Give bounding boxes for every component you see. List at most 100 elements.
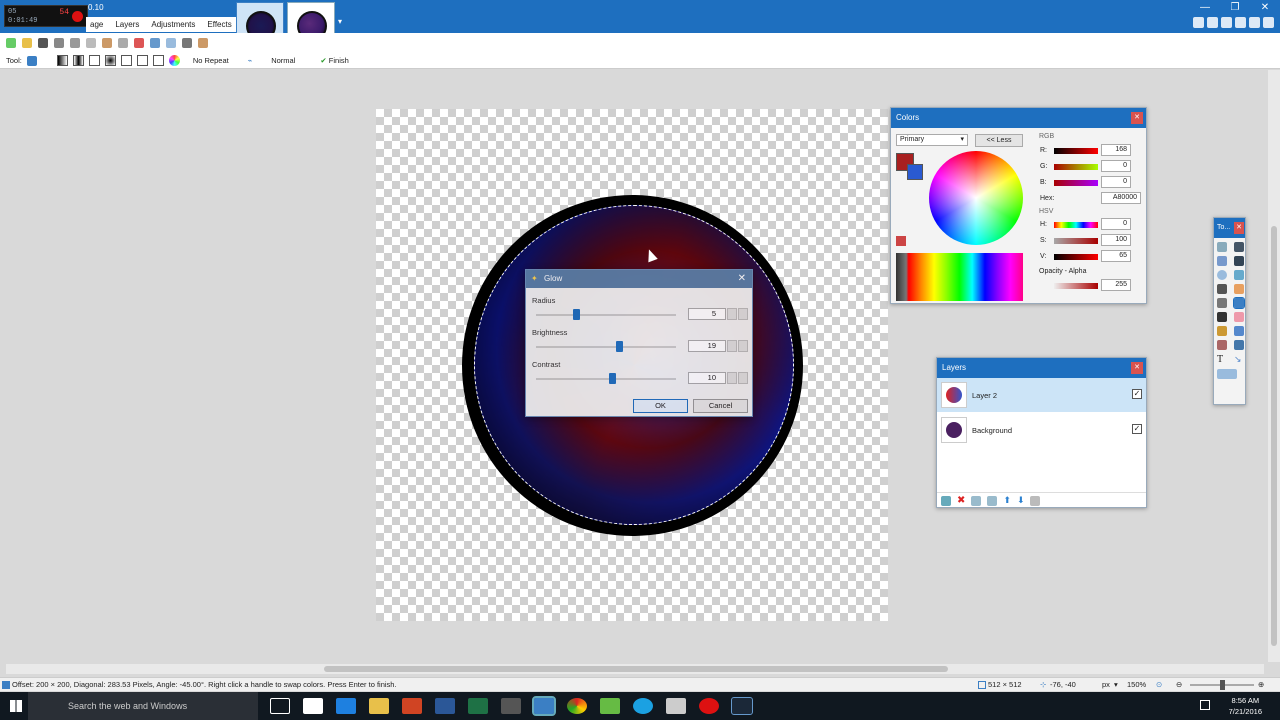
- reflected-gradient-icon[interactable]: [72, 55, 84, 66]
- repeat-mode-dropdown[interactable]: No Repeat: [193, 56, 229, 65]
- secondary-color-swatch[interactable]: [907, 164, 923, 180]
- alpha-input[interactable]: 255: [1101, 279, 1131, 291]
- brightness-reset-icon[interactable]: [738, 340, 748, 352]
- tools-toggle-icon[interactable]: [1193, 17, 1204, 28]
- color-wheel[interactable]: [929, 151, 1023, 245]
- palette-menu-icon[interactable]: [896, 236, 906, 246]
- paint-bucket-icon[interactable]: [1217, 298, 1227, 308]
- delete-layer-icon[interactable]: ✖: [957, 495, 965, 506]
- new-icon[interactable]: [6, 38, 16, 48]
- s-slider[interactable]: [1054, 238, 1098, 244]
- record-icon[interactable]: [72, 11, 83, 22]
- eraser-icon[interactable]: [1234, 312, 1244, 322]
- rect-select-icon[interactable]: [1217, 242, 1227, 252]
- radius-input[interactable]: 5: [688, 308, 726, 320]
- paste-icon[interactable]: [102, 38, 112, 48]
- menu-effects[interactable]: Effects: [207, 20, 231, 29]
- cancel-button[interactable]: Cancel: [693, 399, 748, 413]
- v-slider[interactable]: [1054, 254, 1098, 260]
- move-layer-up-icon[interactable]: ⬆: [1003, 495, 1011, 506]
- b-slider[interactable]: [1054, 180, 1098, 186]
- taskbar-search[interactable]: Search the web and Windows: [28, 692, 258, 720]
- ellipse-select-icon[interactable]: [1217, 270, 1227, 280]
- finish-button[interactable]: ✔ Finish: [320, 56, 348, 65]
- powerpoint-icon[interactable]: [402, 698, 422, 714]
- windows-start-icon[interactable]: [10, 700, 22, 712]
- minimize-button[interactable]: —: [1190, 0, 1220, 17]
- v-input[interactable]: 65: [1101, 250, 1131, 262]
- close-button[interactable]: ✕: [1250, 0, 1280, 17]
- skype-icon[interactable]: [633, 698, 653, 714]
- brightness-slider-handle[interactable]: [615, 341, 623, 352]
- layer-visibility-checkbox[interactable]: ✓: [1132, 389, 1142, 399]
- gradient-tool-icon[interactable]: [26, 55, 37, 66]
- diamond-gradient-icon[interactable]: [88, 55, 100, 66]
- layer-visibility-checkbox[interactable]: ✓: [1132, 424, 1142, 434]
- pan-icon[interactable]: [1234, 284, 1244, 294]
- radial-gradient-icon[interactable]: [104, 55, 116, 66]
- vertical-scrollbar[interactable]: [1268, 70, 1280, 662]
- brightness-input[interactable]: 19: [688, 340, 726, 352]
- move-selected-icon[interactable]: [1234, 256, 1244, 266]
- contrast-slider[interactable]: [536, 373, 676, 384]
- pencil-icon[interactable]: [1217, 326, 1227, 336]
- layers-close-icon[interactable]: ✕: [1131, 362, 1143, 374]
- spiral-gradient-icon[interactable]: [136, 55, 148, 66]
- dialog-close-icon[interactable]: ✕: [738, 270, 746, 288]
- vertical-scroll-thumb[interactable]: [1271, 226, 1277, 646]
- zoom-fit-icon[interactable]: ⊙: [1156, 678, 1162, 691]
- undo-icon[interactable]: [150, 38, 160, 48]
- contrast-slider-handle[interactable]: [609, 373, 617, 384]
- zoom-slider-handle[interactable]: [1220, 680, 1225, 690]
- crop-icon[interactable]: [118, 38, 128, 48]
- deselect-icon[interactable]: [134, 38, 144, 48]
- add-layer-icon[interactable]: [941, 495, 951, 506]
- layer-row[interactable]: Background ✓: [937, 413, 1146, 447]
- s-input[interactable]: 100: [1101, 234, 1131, 246]
- move-selection-icon[interactable]: [1234, 242, 1244, 252]
- tools-close-icon[interactable]: ✕: [1234, 222, 1244, 234]
- h-slider[interactable]: [1054, 222, 1098, 228]
- g-input[interactable]: 0: [1101, 160, 1131, 172]
- shield-icon[interactable]: [666, 698, 686, 714]
- chrome-icon[interactable]: [567, 698, 587, 714]
- zoom-slider[interactable]: [1190, 680, 1254, 690]
- print-icon[interactable]: [54, 38, 64, 48]
- move-layer-down-icon[interactable]: ⬇: [1017, 495, 1025, 506]
- g-slider[interactable]: [1054, 164, 1098, 170]
- minecraft-icon[interactable]: [600, 698, 620, 714]
- color-picker-icon[interactable]: [1234, 326, 1244, 336]
- save-icon[interactable]: [38, 38, 48, 48]
- ok-button[interactable]: OK: [633, 399, 688, 413]
- gradient-icon[interactable]: [1233, 297, 1245, 309]
- contrast-spinner[interactable]: [727, 372, 737, 384]
- r-slider[interactable]: [1054, 148, 1098, 154]
- edge-icon[interactable]: [336, 698, 356, 714]
- alpha-slider[interactable]: [1054, 283, 1098, 289]
- help-icon[interactable]: [1263, 17, 1274, 28]
- app-icon[interactable]: [501, 698, 521, 714]
- menu-image[interactable]: age: [90, 20, 103, 29]
- clone-stamp-icon[interactable]: [1217, 340, 1227, 350]
- task-view-icon[interactable]: [270, 698, 290, 714]
- shapes-icon[interactable]: [1217, 369, 1237, 379]
- horizontal-scrollbar[interactable]: [6, 664, 1264, 674]
- excel-icon[interactable]: [468, 698, 488, 714]
- units-dropdown[interactable]: px: [1102, 678, 1110, 691]
- horizontal-scroll-thumb[interactable]: [324, 666, 948, 672]
- copy-icon[interactable]: [86, 38, 96, 48]
- primary-select[interactable]: Primary ▾: [896, 134, 968, 146]
- paintbrush-icon[interactable]: [1217, 312, 1227, 322]
- tabs-dropdown-icon[interactable]: ▾: [338, 17, 342, 26]
- brightness-slider[interactable]: [536, 341, 676, 352]
- spiral-ccw-gradient-icon[interactable]: [152, 55, 164, 66]
- r-input[interactable]: 168: [1101, 144, 1131, 156]
- contrast-reset-icon[interactable]: [738, 372, 748, 384]
- redo-icon[interactable]: [166, 38, 176, 48]
- open-icon[interactable]: [22, 38, 32, 48]
- steam-icon[interactable]: [731, 697, 753, 715]
- text-icon[interactable]: T: [1217, 354, 1229, 365]
- menu-adjustments[interactable]: Adjustments: [151, 20, 195, 29]
- recolor-icon[interactable]: [1234, 340, 1244, 350]
- brightness-spinner[interactable]: [727, 340, 737, 352]
